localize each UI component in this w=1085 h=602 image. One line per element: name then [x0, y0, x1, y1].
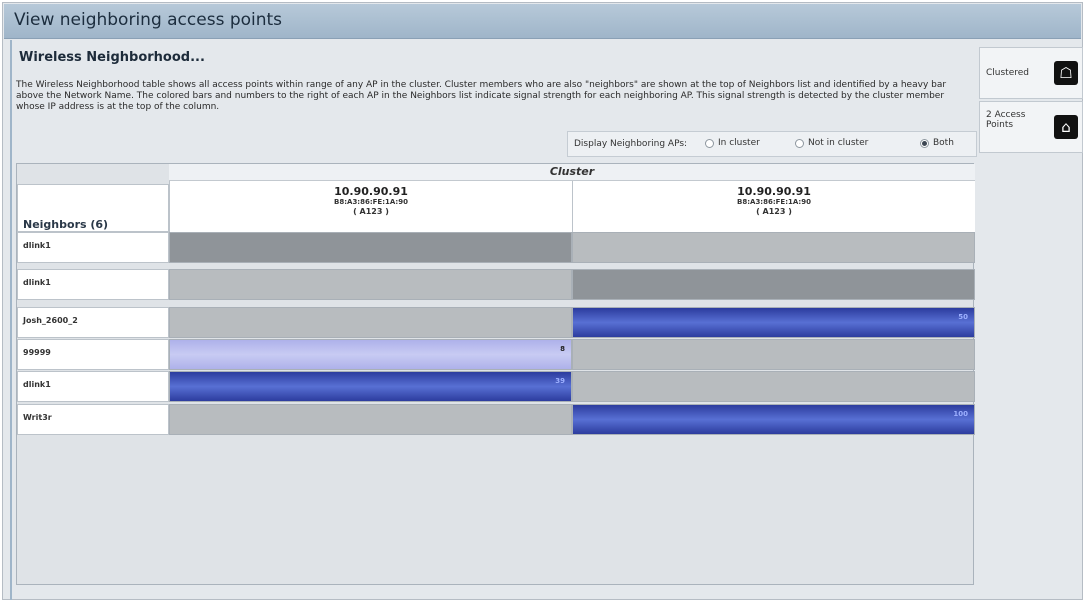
signal-cell [169, 307, 572, 338]
neighbors-table: Cluster Neighbors (6) 10.90.90.91 B8:A3:… [16, 163, 975, 585]
signal-cell [572, 339, 975, 370]
radio-both[interactable]: Both [920, 138, 954, 148]
page-title: View neighboring access points [14, 10, 283, 30]
neighbor-row-label[interactable]: Writ3r [17, 404, 169, 435]
signal-cell: 39 [169, 371, 572, 402]
neighbor-row-label[interactable]: Josh_2600_2 [17, 307, 169, 338]
signal-value: 50 [958, 313, 968, 321]
ap-name: ( A123 ) [756, 207, 792, 216]
access-points-icon: ⌂ [1054, 115, 1078, 139]
cluster-header: Cluster [169, 164, 975, 181]
display-filter: Display Neighboring APs: In cluster Not … [567, 131, 977, 157]
ap-mac: B8:A3:86:FE:1A:90 [334, 198, 408, 206]
ap-name: ( A123 ) [353, 207, 389, 216]
radio-not-in-cluster-button[interactable] [795, 138, 804, 148]
radio-not-in-cluster[interactable]: Not in cluster [795, 138, 868, 148]
ap-ip: 10.90.90.91 [737, 185, 811, 198]
signal-cell [572, 232, 975, 263]
signal-cell [572, 269, 975, 300]
neighbor-name: 99999 [23, 348, 51, 357]
signal-value: 39 [555, 377, 565, 385]
neighbor-row-label[interactable]: dlink1 [17, 371, 169, 402]
neighbor-name: dlink1 [23, 380, 51, 389]
radio-both-label: Both [933, 138, 954, 148]
signal-cell [169, 269, 572, 300]
radio-both-button[interactable] [920, 138, 929, 148]
signal-cell: 50 [572, 307, 975, 338]
main-content: Wireless Neighborhood... The Wireless Ne… [12, 40, 980, 600]
description-text: The Wireless Neighborhood table shows al… [16, 80, 947, 112]
signal-cell [169, 404, 572, 435]
side-panel: Clustered ☖ 2 Access Points ⌂ [979, 47, 1083, 153]
neighbor-name: dlink1 [23, 278, 51, 287]
neighbor-row-label[interactable]: 99999 [17, 339, 169, 370]
neighbor-name: Writ3r [23, 413, 52, 422]
radio-in-cluster-label: In cluster [718, 138, 760, 148]
neighbors-column-header: Neighbors (6) [17, 184, 169, 232]
wireless-tower-icon: ☖ [1054, 61, 1078, 85]
title-bar: View neighboring access points [4, 4, 1081, 39]
signal-cell: 8 [169, 339, 572, 370]
clustered-tile[interactable]: Clustered ☖ [979, 47, 1083, 99]
neighbor-row-label[interactable]: dlink1 [17, 269, 169, 300]
signal-cell: 100 [572, 404, 975, 435]
ap-column-header[interactable]: 10.90.90.91 B8:A3:86:FE:1A:90 ( A123 ) [169, 181, 572, 232]
neighbor-name: dlink1 [23, 241, 51, 250]
signal-cell [572, 371, 975, 402]
clustered-label: Clustered [986, 68, 1029, 78]
radio-in-cluster[interactable]: In cluster [705, 138, 760, 148]
neighbors-count-label: Neighbors (6) [23, 218, 109, 231]
neighbor-name: Josh_2600_2 [23, 316, 78, 325]
ap-mac: B8:A3:86:FE:1A:90 [737, 198, 811, 206]
radio-not-in-cluster-label: Not in cluster [808, 138, 869, 148]
display-filter-label: Display Neighboring APs: [574, 139, 688, 149]
neighbor-row-label[interactable]: dlink1 [17, 232, 169, 263]
signal-value: 8 [560, 345, 565, 353]
signal-value: 100 [953, 410, 968, 418]
access-points-tile[interactable]: 2 Access Points ⌂ [979, 101, 1083, 153]
radio-in-cluster-button[interactable] [705, 138, 714, 148]
access-points-count-label: 2 Access Points [986, 110, 1026, 130]
ap-column-header[interactable]: 10.90.90.91 B8:A3:86:FE:1A:90 ( A123 ) [572, 181, 975, 232]
section-heading: Wireless Neighborhood... [19, 50, 205, 65]
signal-cell [169, 232, 572, 263]
ap-ip: 10.90.90.91 [334, 185, 408, 198]
